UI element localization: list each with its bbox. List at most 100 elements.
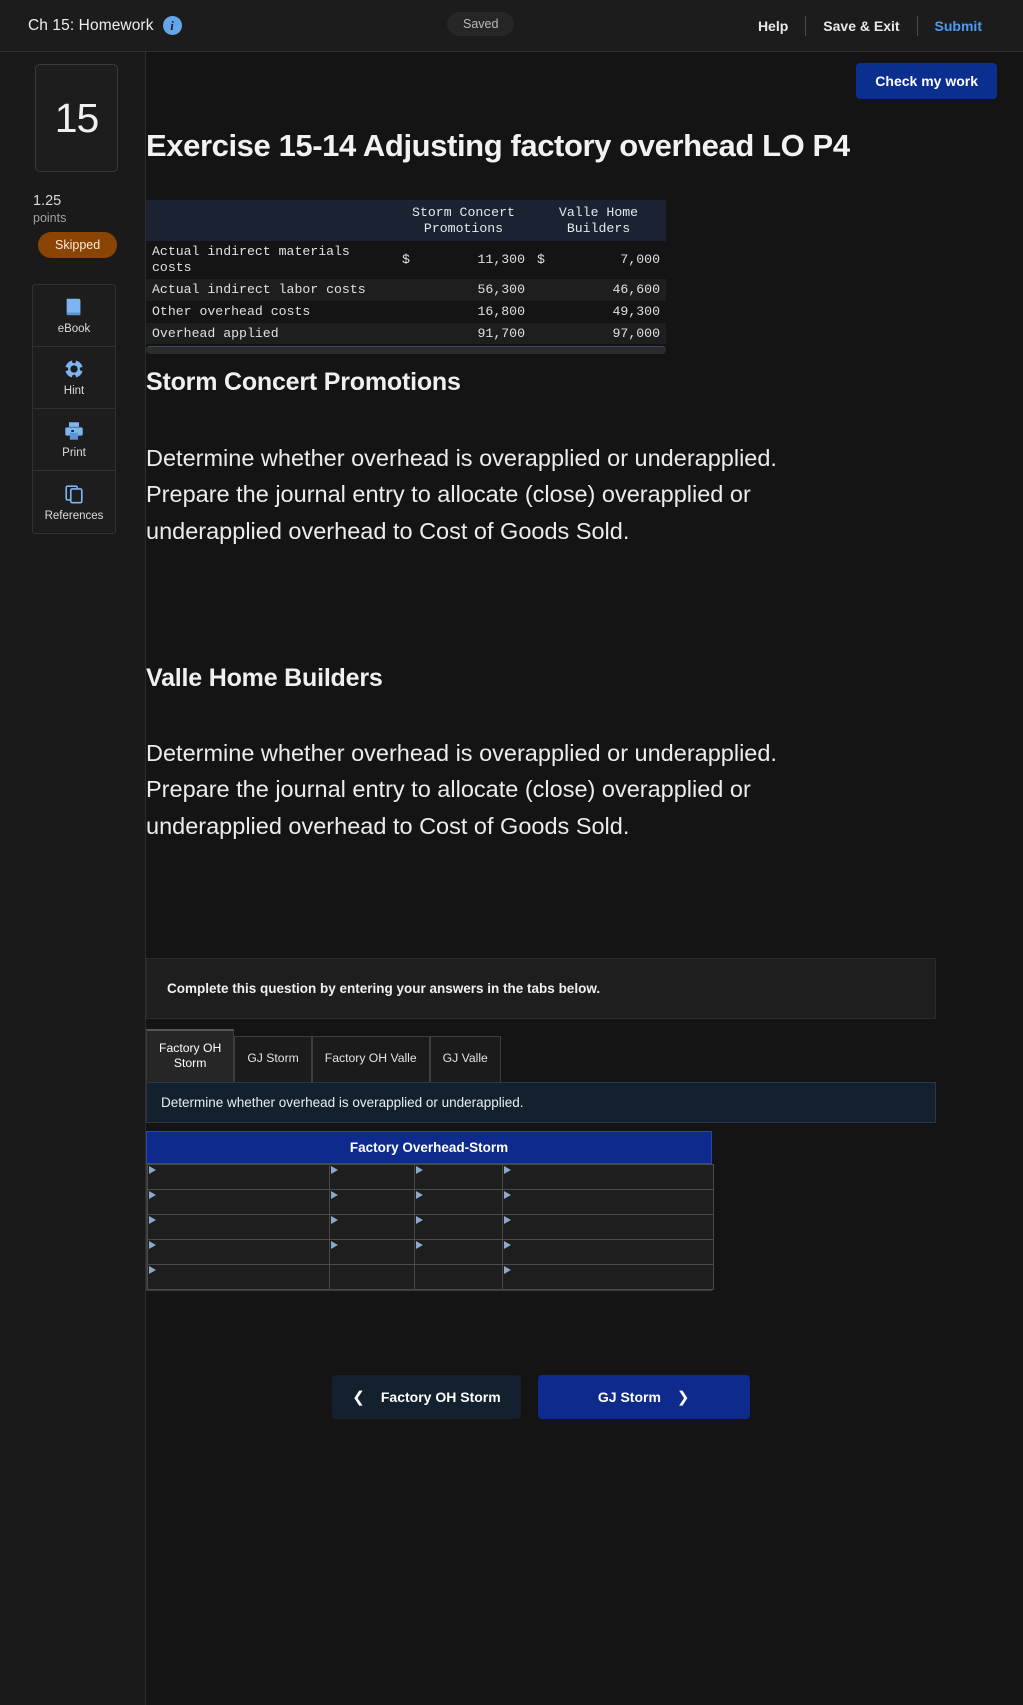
answer-grid-cell[interactable] xyxy=(147,1213,330,1240)
cell-marker-icon xyxy=(504,1165,511,1174)
cell-valle: 46,600 xyxy=(612,281,660,297)
tab-factory-oh-storm[interactable]: Factory OH Storm xyxy=(146,1029,235,1082)
answer-grid-wrapper: Factory Overhead-Storm xyxy=(146,1130,714,1291)
section-body-valle: Determine whether overhead is overapplie… xyxy=(146,740,777,839)
cell-marker-icon xyxy=(416,1190,423,1199)
table-row: Overhead applied 91,700 97,000 xyxy=(146,322,666,345)
cell-marker-icon xyxy=(504,1240,511,1249)
cell-storm: 56,300 xyxy=(477,281,525,297)
section-body-storm: Determine whether overhead is overapplie… xyxy=(146,445,777,544)
answer-grid-row xyxy=(147,1188,714,1215)
check-my-work-button[interactable]: Check my work xyxy=(856,63,997,99)
column-header-valle: Valle Home Builders xyxy=(531,200,666,242)
answer-grid-cell[interactable] xyxy=(329,1263,415,1290)
cell-marker-icon xyxy=(504,1265,511,1274)
table-row: Actual indirect materials costs $11,300 $7… xyxy=(146,241,666,279)
answer-grid-cell[interactable] xyxy=(502,1163,714,1190)
book-icon xyxy=(63,296,85,318)
saved-status-badge: Saved xyxy=(447,12,515,36)
table-horizontal-scrollbar[interactable] xyxy=(146,346,666,355)
sidebar-item-label: eBook xyxy=(57,323,91,335)
cell-marker-icon xyxy=(416,1165,423,1174)
help-button[interactable]: Help xyxy=(741,18,805,34)
printer-icon xyxy=(63,420,85,442)
answer-grid-cell[interactable] xyxy=(502,1238,714,1265)
answer-grid-cell[interactable] xyxy=(502,1263,714,1290)
cell-valle: $7,000 xyxy=(537,252,660,268)
lifebuoy-icon xyxy=(63,358,85,380)
answer-grid-cell[interactable] xyxy=(414,1238,503,1265)
sidebar-item-hint[interactable]: Hint xyxy=(33,347,115,409)
previous-tab-button[interactable]: ❮ Factory OH Storm xyxy=(332,1375,521,1419)
question-number-box: 15 xyxy=(35,64,118,172)
save-and-exit-button[interactable]: Save & Exit xyxy=(806,18,916,34)
row-label: Actual indirect labor costs xyxy=(152,281,366,297)
answer-grid-cell[interactable] xyxy=(502,1213,714,1240)
answer-grid-cell[interactable] xyxy=(147,1188,330,1215)
submit-button[interactable]: Submit xyxy=(918,18,999,34)
info-icon[interactable]: i xyxy=(162,16,182,35)
cell-valle: 97,000 xyxy=(612,325,660,341)
answer-grid xyxy=(147,1163,714,1290)
cell-marker-icon xyxy=(504,1215,511,1224)
sidebar-item-references[interactable]: References xyxy=(33,471,115,533)
top-bar: Ch 15: Homework i Saved Help Save & Exit… xyxy=(0,0,1023,52)
cell-valle: 49,300 xyxy=(612,303,660,319)
financial-data-table-wrapper: Storm Concert Promotions Valle Home Builde… xyxy=(146,200,666,355)
chevron-left-icon: ❮ xyxy=(352,1389,365,1406)
answer-grid-cell[interactable] xyxy=(329,1238,415,1265)
sidebar-item-print[interactable]: Print xyxy=(33,409,115,471)
answer-grid-cell[interactable] xyxy=(329,1213,415,1240)
previous-tab-label: Factory OH Storm xyxy=(380,1389,501,1405)
answer-grid-cell[interactable] xyxy=(147,1163,330,1190)
tab-factory-oh-valle[interactable]: Factory OH Valle xyxy=(311,1035,430,1082)
cell-marker-icon xyxy=(149,1165,156,1174)
cell-marker-icon xyxy=(331,1215,338,1224)
answer-instruction: Complete this question by entering your … xyxy=(146,958,936,1019)
main-content: Check my work Exercise 15-14 Adjusting f… xyxy=(146,52,1023,1705)
table-header-row: Storm Concert Promotions Valle Home Builde… xyxy=(146,200,666,242)
next-tab-button[interactable]: GJ Storm ❯ xyxy=(537,1375,750,1419)
points-label: points xyxy=(33,211,67,225)
answer-grid-body xyxy=(147,1163,714,1290)
table-body: Actual indirect materials costs $11,300 $7… xyxy=(146,241,666,345)
section-heading-storm: Storm Concert Promotions xyxy=(146,368,461,396)
answer-panel: Complete this question by entering your … xyxy=(146,958,936,1291)
sidebar: 15 1.25 points Skipped eBook Hint Print xyxy=(0,52,146,1705)
cell-marker-icon xyxy=(331,1165,338,1174)
cell-storm: $11,300 xyxy=(402,252,525,268)
sidebar-tools: eBook Hint Print References xyxy=(32,284,116,534)
answer-grid-cell[interactable] xyxy=(502,1188,714,1215)
question-number: 15 xyxy=(54,94,100,141)
answer-grid-cell[interactable] xyxy=(414,1213,503,1240)
sidebar-item-ebook[interactable]: eBook xyxy=(33,285,115,347)
cell-marker-icon xyxy=(504,1190,511,1199)
cell-storm: 91,700 xyxy=(477,325,525,341)
section-heading-valle: Valle Home Builders xyxy=(146,664,383,692)
cell-marker-icon xyxy=(149,1190,156,1199)
exercise-title: Exercise 15-14 Adjusting factory overhea… xyxy=(146,128,850,163)
tab-gj-storm[interactable]: GJ Storm xyxy=(234,1035,312,1082)
sidebar-item-label: References xyxy=(44,509,104,522)
copy-pages-icon xyxy=(63,483,85,505)
answer-grid-cell[interactable] xyxy=(414,1263,503,1290)
sidebar-item-label: Print xyxy=(62,447,86,459)
answer-grid-cell[interactable] xyxy=(147,1238,330,1265)
cell-marker-icon xyxy=(149,1240,156,1249)
answer-grid-row xyxy=(147,1213,714,1240)
answer-grid-cell[interactable] xyxy=(147,1263,330,1290)
answer-grid-cell[interactable] xyxy=(329,1188,415,1215)
column-header-storm: Storm Concert Promotions xyxy=(396,200,531,242)
tab-gj-valle[interactable]: GJ Valle xyxy=(429,1035,501,1082)
row-label: Overhead applied xyxy=(152,325,279,341)
answer-grid-cell[interactable] xyxy=(414,1163,503,1190)
answer-grid-cell[interactable] xyxy=(414,1188,503,1215)
answer-grid-cell[interactable] xyxy=(329,1163,415,1190)
table-row: Other overhead costs 16,800 49,300 xyxy=(146,300,666,323)
answer-grid-row xyxy=(147,1263,714,1290)
answer-grid-title: Factory Overhead-Storm xyxy=(146,1130,712,1164)
sidebar-item-label: Hint xyxy=(63,385,85,397)
answer-tabs: Factory OH Storm GJ Storm Factory OH Valle… xyxy=(146,1029,936,1082)
cell-marker-icon xyxy=(331,1190,338,1199)
course-title-group: Ch 15: Homework i xyxy=(28,16,182,35)
